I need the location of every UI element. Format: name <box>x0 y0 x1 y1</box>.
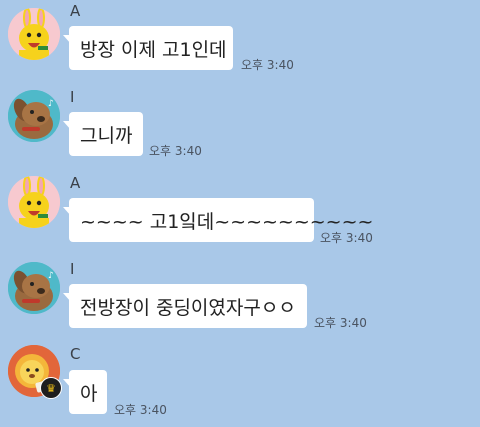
message-bubble[interactable]: 방장 이제 고1인데 <box>63 26 233 70</box>
sender-name: I <box>70 260 75 278</box>
message-bubble[interactable]: 그니까 <box>63 112 143 156</box>
message-time: 오후 3:40 <box>314 316 367 330</box>
message-group: A ~~~~ 고1잌데~~~~~~~~~~ 오후 3:40 <box>0 170 480 256</box>
crown-icon: ♛ <box>40 377 62 399</box>
brown-dog-icon[interactable]: ♪ <box>8 90 60 142</box>
sender-name: A <box>70 2 81 20</box>
message-bubble[interactable]: 전방장이 중딩이였자구ㅇㅇ <box>63 284 307 328</box>
message-bubble[interactable]: 아 <box>63 370 107 414</box>
message-time: 오후 3:40 <box>320 231 373 245</box>
yellow-rabbit-icon[interactable] <box>8 176 60 228</box>
chat-room: A 방장 이제 고1인데 오후 3:40 ♪ I 그니까 오후 3:40 A ~… <box>0 0 480 427</box>
message-group: ♪ I 그니까 오후 3:40 <box>0 84 480 170</box>
sender-name: I <box>70 88 75 106</box>
message-time: 오후 3:40 <box>149 144 202 158</box>
sender-name: A <box>70 174 81 192</box>
message-group: ♪ I 전방장이 중딩이였자구ㅇㅇ 오후 3:40 <box>0 256 480 340</box>
yellow-rabbit-icon[interactable] <box>8 8 60 60</box>
message-time: 오후 3:40 <box>114 403 167 417</box>
svg-text:♪: ♪ <box>48 99 54 109</box>
message-time: 오후 3:40 <box>241 58 294 72</box>
message-group: A 방장 이제 고1인데 오후 3:40 <box>0 0 480 84</box>
svg-text:♪: ♪ <box>48 271 54 281</box>
brown-dog-icon[interactable]: ♪ <box>8 262 60 314</box>
message-bubble[interactable]: ~~~~ 고1잌데~~~~~~~~~~ <box>63 198 373 242</box>
sender-name: C <box>70 345 81 363</box>
message-group: ♛ C 아 오후 3:40 <box>0 340 480 427</box>
